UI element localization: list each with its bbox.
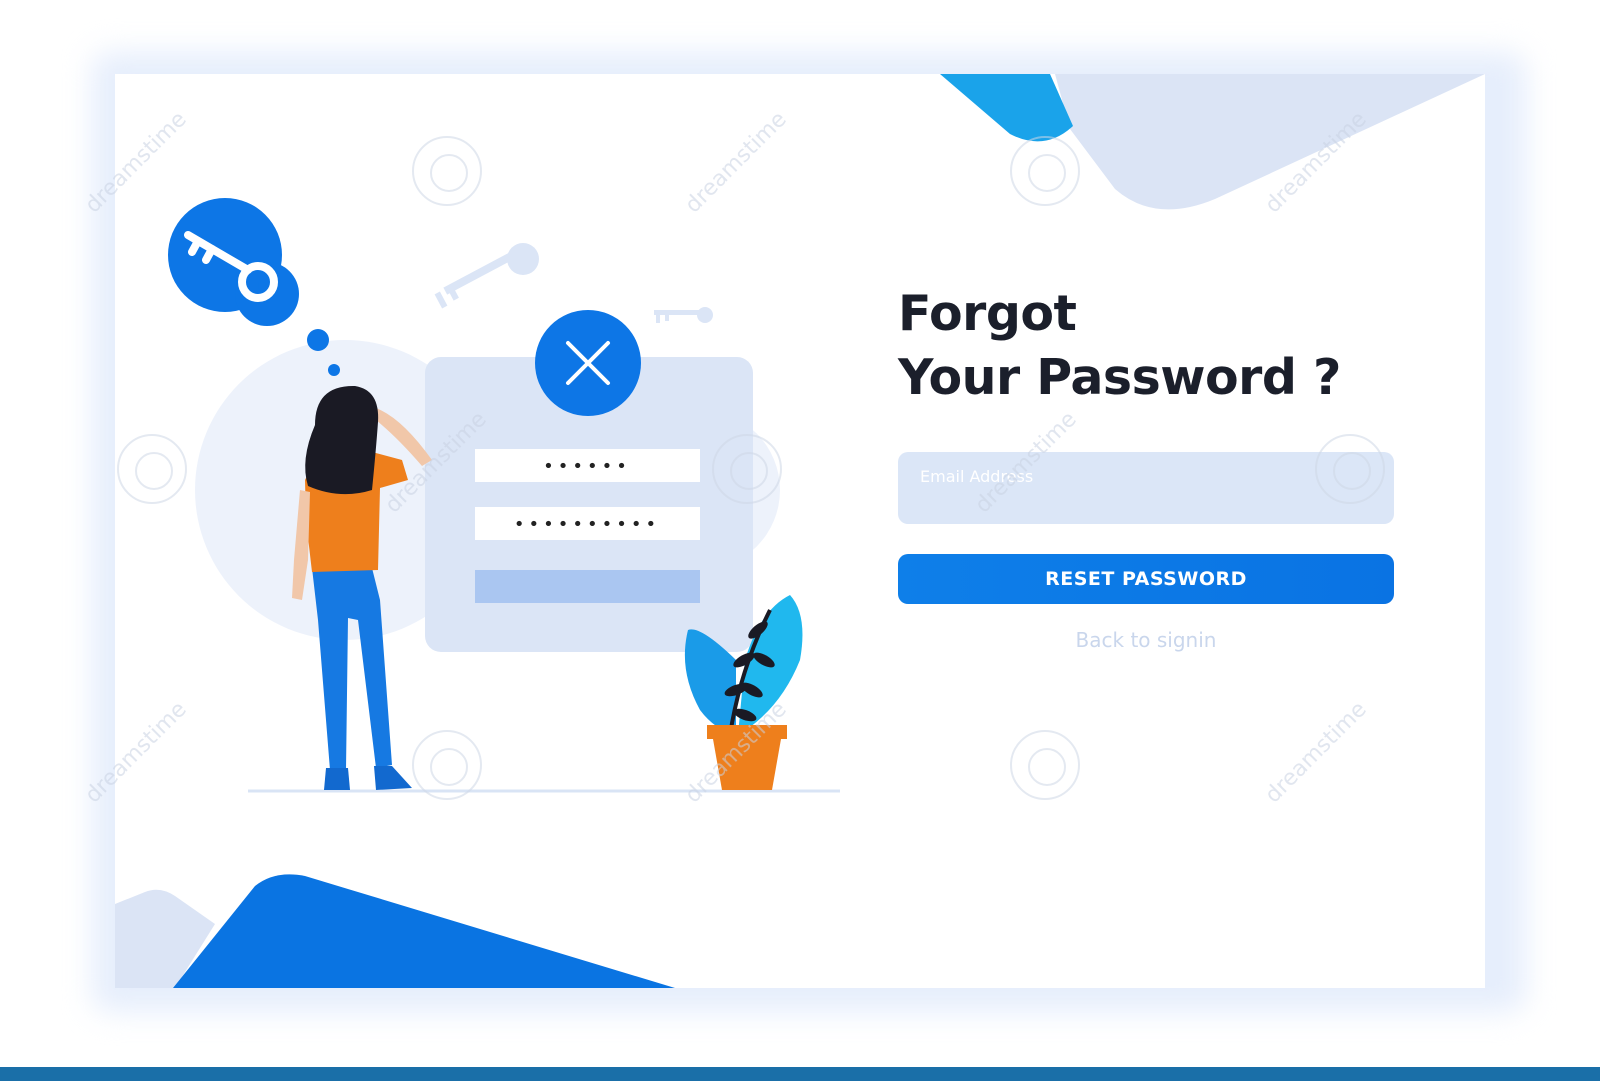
error-x-icon [535,310,641,416]
thought-bubble-key-icon [168,198,340,376]
button-illustration [475,570,700,603]
bottom-bar [0,1067,1600,1081]
password-mask-1: •••••• [543,456,631,477]
bottom-left-blue-shape [173,874,675,988]
back-to-signin-link[interactable]: Back to signin [898,628,1394,652]
email-address-input[interactable] [898,452,1394,524]
page-title-line-1: Forgot [898,285,1077,342]
page-canvas: •••••• •••••••••• Forgot Your Password ?… [0,0,1600,1081]
floating-key-icon-large [434,243,539,309]
reset-password-button[interactable]: RESET PASSWORD [898,554,1394,604]
top-right-blue-shape [940,74,1073,142]
floating-key-icon-small [654,307,713,323]
forgot-password-illustration: •••••• •••••••••• [168,198,840,793]
password-mask-2: •••••••••• [514,514,660,535]
page-title-line-2: Your Password ? [898,349,1341,406]
page-title: Forgot Your Password ? [898,282,1341,410]
